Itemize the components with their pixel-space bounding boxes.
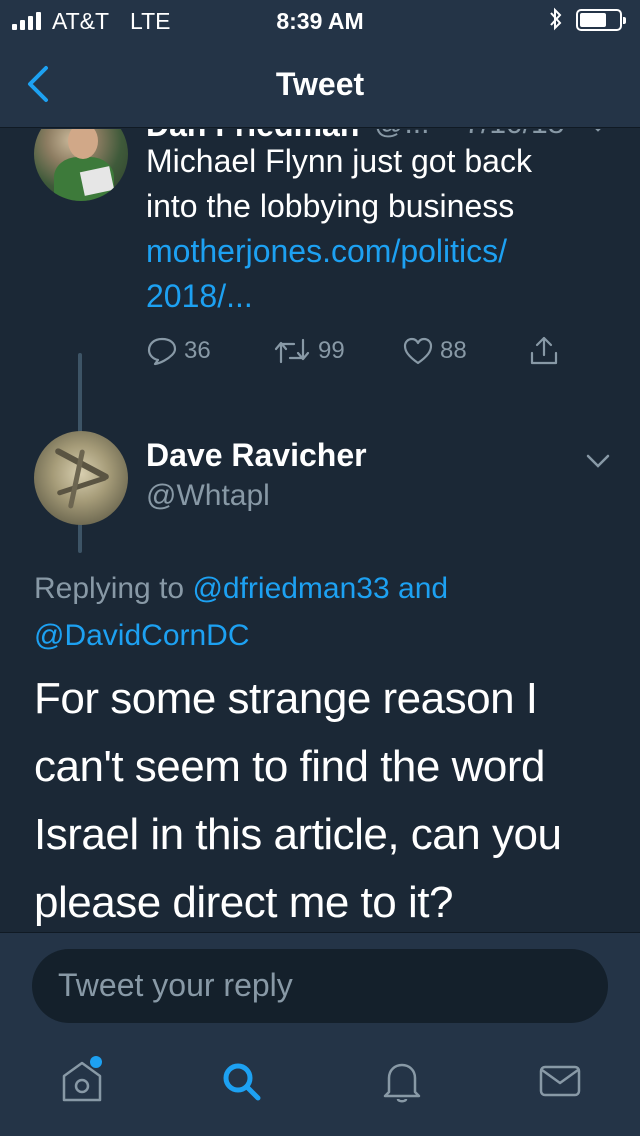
reply-input[interactable]: Tweet your reply bbox=[32, 949, 608, 1023]
reply-count: 36 bbox=[184, 337, 211, 364]
replying-to: Replying to @dfriedman33 and @DavidCornD… bbox=[34, 565, 614, 659]
tweet-detail: Dan Friedman @... · 7/10/18 Michael Flyn… bbox=[0, 129, 640, 932]
retweet-icon bbox=[274, 338, 310, 364]
tab-bar bbox=[0, 1038, 640, 1136]
search-icon bbox=[223, 1063, 261, 1101]
chevron-down-icon[interactable] bbox=[586, 453, 610, 469]
author-name[interactable]: Dave Ravicher bbox=[146, 437, 367, 474]
retweet-button[interactable]: 99 bbox=[272, 333, 345, 369]
tab-search[interactable] bbox=[212, 1056, 272, 1116]
reply-button[interactable]: 36 bbox=[146, 333, 211, 369]
tweet-text: Michael Flynn just got back into the lob… bbox=[146, 143, 532, 224]
tab-home[interactable] bbox=[52, 1056, 112, 1116]
tweet-link[interactable]: motherjones.com/politics/ 2018/... bbox=[146, 229, 586, 319]
like-count: 88 bbox=[440, 337, 467, 364]
reply-icon bbox=[147, 337, 177, 366]
bluetooth-icon bbox=[550, 7, 562, 31]
nav-bar: Tweet bbox=[0, 40, 640, 128]
notifications-bell-icon bbox=[383, 1063, 421, 1103]
new-content-indicator bbox=[90, 1056, 102, 1068]
avatar[interactable] bbox=[34, 129, 128, 201]
chevron-down-icon[interactable] bbox=[586, 129, 610, 133]
parent-tweet[interactable]: Dan Friedman @... · 7/10/18 Michael Flyn… bbox=[0, 129, 640, 407]
avatar[interactable] bbox=[34, 431, 128, 525]
mention-link[interactable]: @DavidCornDC bbox=[34, 619, 250, 652]
heart-icon bbox=[403, 337, 433, 365]
reply-placeholder: Tweet your reply bbox=[58, 967, 293, 1003]
tab-messages[interactable] bbox=[530, 1056, 590, 1116]
tweet-text: For some strange reason I can't seem to … bbox=[34, 674, 562, 927]
page-title: Tweet bbox=[275, 66, 365, 102]
status-bar: AT&T LTE 8:39 AM bbox=[0, 0, 640, 40]
battery-icon bbox=[576, 9, 626, 31]
mention-link[interactable]: @dfriedman33 bbox=[192, 572, 389, 605]
conjunction[interactable]: and bbox=[398, 572, 448, 605]
retweet-count: 99 bbox=[318, 337, 345, 364]
tweet-actions: 36 99 88 bbox=[146, 333, 576, 369]
replying-prefix: Replying to bbox=[34, 572, 185, 605]
messages-envelope-icon bbox=[539, 1065, 581, 1097]
like-button[interactable]: 88 bbox=[402, 333, 467, 369]
tab-notifications[interactable] bbox=[372, 1056, 432, 1116]
status-time: 8:39 AM bbox=[276, 8, 364, 34]
composer-bar: Tweet your reply bbox=[0, 932, 640, 1038]
author-handle: @Whtapl bbox=[146, 479, 270, 512]
share-icon bbox=[530, 336, 558, 365]
share-button[interactable] bbox=[528, 333, 560, 369]
